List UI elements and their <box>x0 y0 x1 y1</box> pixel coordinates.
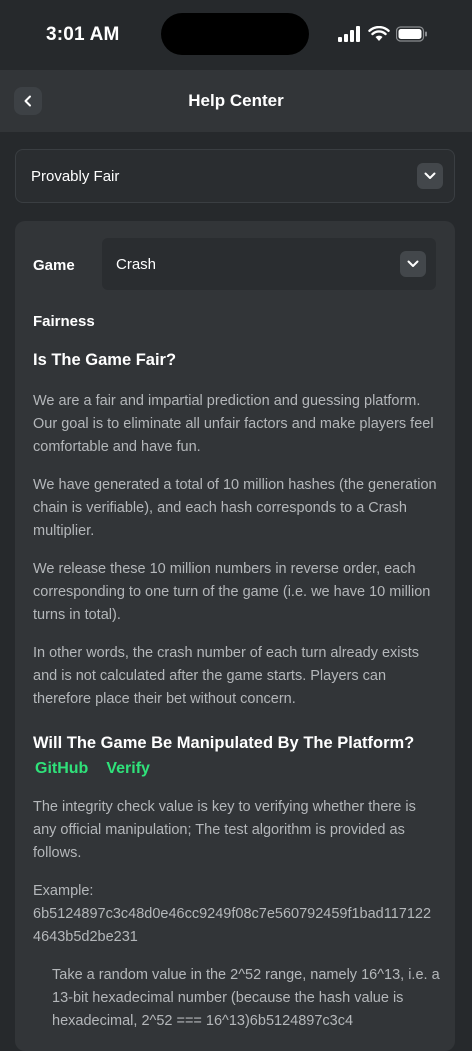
wifi-icon <box>368 26 390 42</box>
chevron-down-icon <box>424 172 436 180</box>
game-dropdown-toggle[interactable] <box>400 251 426 277</box>
question-heading-manipulated: Will The Game Be Manipulated By The Plat… <box>33 734 414 753</box>
status-bar: 3:01 AM <box>0 0 472 70</box>
example-hash: 6b5124897c3c48d0e46cc9249f08c7e560792459… <box>33 903 437 949</box>
github-link[interactable]: GitHub <box>35 760 88 777</box>
paragraph: We release these 10 million numbers in r… <box>33 558 437 627</box>
paragraph: The integrity check value is key to veri… <box>33 796 437 865</box>
paragraph-indented: Take a random value in the 2^52 range, n… <box>52 964 442 1033</box>
verify-link[interactable]: Verify <box>106 760 150 777</box>
page-title: Help Center <box>0 91 472 111</box>
status-icons <box>338 26 428 42</box>
example-label: Example: <box>33 880 437 903</box>
navbar: Help Center <box>0 70 472 132</box>
help-content: Provably Fair Game Crash Fairness Is The… <box>0 132 472 1024</box>
chevron-down-icon <box>407 260 419 268</box>
game-dropdown[interactable]: Crash <box>102 238 436 290</box>
paragraph: We have generated a total of 10 million … <box>33 474 437 543</box>
article-card: Game Crash Fairness Is The Game Fair? We… <box>15 221 455 1051</box>
paragraph: In other words, the crash number of each… <box>33 642 437 711</box>
battery-icon <box>396 26 428 42</box>
section-title: Fairness <box>33 313 95 330</box>
paragraph: We are a fair and impartial prediction a… <box>33 390 437 459</box>
category-dropdown-toggle[interactable] <box>417 163 443 189</box>
links-row: GitHub Verify <box>35 760 168 778</box>
question-heading-fair: Is The Game Fair? <box>33 351 176 370</box>
category-dropdown[interactable]: Provably Fair <box>15 149 455 203</box>
category-selected-label: Provably Fair <box>31 168 119 185</box>
signal-icon <box>338 26 360 42</box>
dynamic-island <box>161 13 309 55</box>
game-selected-label: Crash <box>116 256 156 273</box>
game-label: Game <box>33 257 75 274</box>
status-time: 3:01 AM <box>46 24 120 46</box>
